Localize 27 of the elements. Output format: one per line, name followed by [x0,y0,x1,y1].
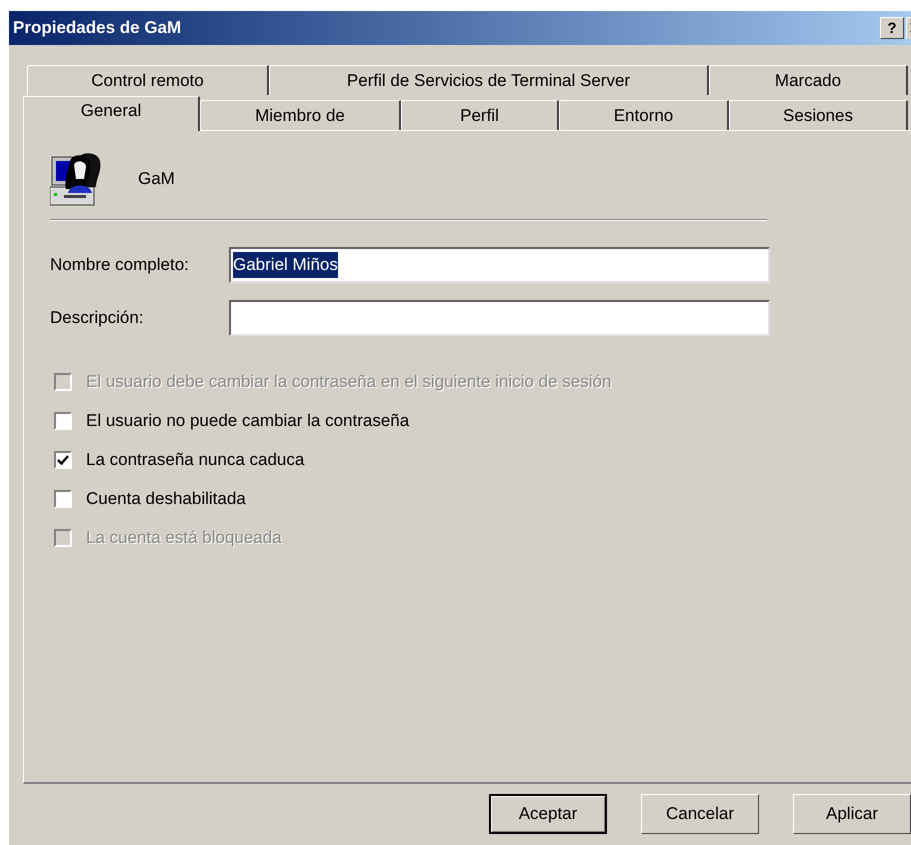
user-name: GaM [138,168,175,190]
dialog-button[interactable]: Aplicar [793,794,911,834]
dialog-button[interactable]: Aceptar [489,794,607,834]
tab[interactable]: Marcado [709,65,908,95]
checkbox-label: La contraseña nunca caduca [86,449,304,472]
checkbox-label: El usuario debe cambiar la contraseña en el siguiente inicio de sesión [86,371,612,394]
tab[interactable]: Miembro de [200,100,401,130]
text-field[interactable] [229,300,770,336]
field-label: Nombre completo: [50,254,190,276]
checkbox[interactable] [54,451,72,469]
tab[interactable]: General [23,96,200,131]
checkbox-label: Cuenta deshabilitada [86,488,246,510]
tab[interactable]: Control remoto [27,65,269,95]
window-title: Propiedades de GaM [13,17,182,40]
tab[interactable]: Sesiones [729,100,908,130]
tab[interactable]: Perfil de Servicios de Terminal Server [269,65,709,95]
dialog-button[interactable]: Cancelar [641,794,759,834]
checkbox[interactable] [54,412,72,430]
checkbox-label: El usuario no puede cambiar la contraseña [86,410,410,432]
checkbox-label: La cuenta está bloqueada [86,527,282,550]
tab[interactable]: Entorno [559,100,729,130]
tab[interactable]: Perfil [401,100,559,130]
field-value: Gabriel Miños [233,252,338,278]
help-button[interactable]: ? [880,17,904,39]
checkbox[interactable] [54,490,72,508]
text-field[interactable]: Gabriel Miños [229,247,770,283]
field-label: Descripción: [50,307,145,330]
